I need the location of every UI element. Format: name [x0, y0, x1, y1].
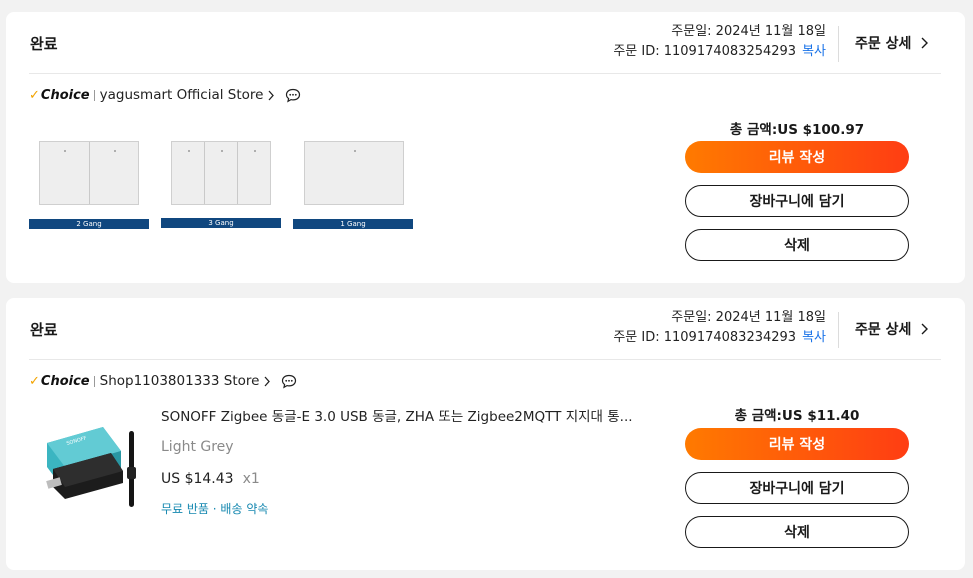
- order-detail-link[interactable]: 주문 상세: [855, 33, 929, 53]
- choice-separator: [93, 375, 95, 387]
- header-divider: [838, 312, 839, 348]
- chevron-right-icon[interactable]: [264, 376, 271, 387]
- switch-1-gang: 1 Gang: [293, 141, 413, 231]
- order-card: 완료 주문일: 2024년 11월 18일 주문 ID: 11091740832…: [6, 298, 965, 570]
- copy-order-id-link[interactable]: 복사: [802, 330, 826, 345]
- order-card: 완료 주문일: 2024년 11월 18일 주문 ID: 11091740832…: [6, 12, 965, 283]
- product-variant: Light Grey: [161, 439, 234, 455]
- copy-order-id-link[interactable]: 복사: [802, 44, 826, 59]
- switch-plate: [304, 141, 404, 205]
- switch-plate: [39, 141, 139, 205]
- store-row: ✓ Choice yagusmart Official Store: [29, 87, 301, 103]
- order-detail-label: 주문 상세: [855, 36, 912, 52]
- order-date: 주문일: 2024년 11월 18일: [671, 310, 826, 325]
- section-divider: [29, 359, 941, 360]
- checkmark-icon: ✓: [29, 87, 40, 103]
- product-quantity: x1: [242, 471, 260, 487]
- chat-icon[interactable]: [285, 88, 301, 103]
- checkmark-icon: ✓: [29, 373, 40, 389]
- delete-button[interactable]: 삭제: [685, 516, 909, 548]
- gang-label: 2 Gang: [29, 219, 149, 229]
- choice-badge: ✓ Choice: [29, 87, 90, 103]
- order-id: 주문 ID: 1109174083254293: [613, 44, 797, 59]
- gang-label: 1 Gang: [293, 219, 413, 229]
- order-id-row: 주문 ID: 1109174083234293 복사: [613, 328, 826, 348]
- order-id: 주문 ID: 1109174083234293: [613, 330, 797, 345]
- store-row: ✓ Choice Shop1103801333 Store: [29, 373, 297, 389]
- write-review-button[interactable]: 리뷰 작성: [685, 428, 909, 460]
- chevron-right-icon: [921, 37, 929, 49]
- order-total: 총 금액:US $100.97: [729, 122, 865, 138]
- chat-icon[interactable]: [281, 374, 297, 389]
- product-price: US $14.43: [161, 471, 234, 487]
- add-to-cart-button[interactable]: 장바구니에 담기: [685, 472, 909, 504]
- order-status: 완료: [30, 321, 58, 339]
- choice-separator: [93, 89, 95, 101]
- order-total: 총 금액:US $11.40: [734, 408, 860, 424]
- order-meta: 주문일: 2024년 11월 18일 주문 ID: 11091740832542…: [613, 22, 826, 62]
- order-date: 주문일: 2024년 11월 18일: [671, 24, 826, 39]
- chevron-right-icon[interactable]: [268, 90, 275, 101]
- free-return-badge: 무료 반품 · 배송 약속: [161, 502, 269, 516]
- store-name-link[interactable]: yagusmart Official Store: [100, 87, 264, 103]
- section-divider: [29, 73, 941, 74]
- write-review-button[interactable]: 리뷰 작성: [685, 141, 909, 173]
- choice-badge: ✓ Choice: [29, 373, 90, 389]
- product-title-link[interactable]: SONOFF Zigbee 동글-E 3.0 USB 동글, ZHA 또는 Zi…: [161, 405, 633, 425]
- product-image-usb-dongle[interactable]: SONOFF: [43, 423, 143, 513]
- switch-plate: [171, 141, 271, 205]
- delete-button[interactable]: 삭제: [685, 229, 909, 261]
- order-id-row: 주문 ID: 1109174083254293 복사: [613, 42, 826, 62]
- switch-2-gang: 2 Gang: [29, 141, 149, 231]
- order-detail-label: 주문 상세: [855, 322, 912, 338]
- product-price-row: US $14.43 x1: [161, 471, 260, 487]
- product-image-switches[interactable]: 2 Gang 3 Gang 1 Gang: [29, 141, 429, 231]
- add-to-cart-button[interactable]: 장바구니에 담기: [685, 185, 909, 217]
- chevron-right-icon: [921, 323, 929, 335]
- order-meta: 주문일: 2024년 11월 18일 주문 ID: 11091740832342…: [613, 308, 826, 348]
- order-detail-link[interactable]: 주문 상세: [855, 319, 929, 339]
- switch-3-gang: 3 Gang: [161, 141, 281, 231]
- store-name-link[interactable]: Shop1103801333 Store: [100, 373, 260, 389]
- gang-label: 3 Gang: [161, 218, 281, 228]
- order-status: 완료: [30, 35, 58, 53]
- header-divider: [838, 26, 839, 62]
